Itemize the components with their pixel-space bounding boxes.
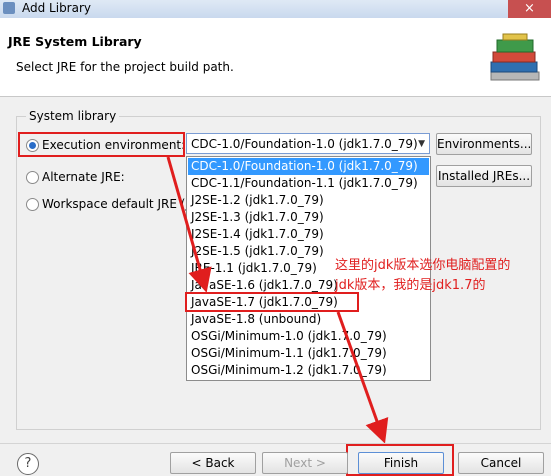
annotation-arrows bbox=[166, 156, 389, 444]
cancel-button[interactable]: Cancel bbox=[458, 452, 544, 474]
footer-separator bbox=[0, 443, 551, 444]
help-icon[interactable]: ? bbox=[17, 453, 39, 475]
arrow-to-finish bbox=[336, 311, 389, 444]
next-button[interactable]: Next > bbox=[262, 452, 348, 474]
back-button[interactable]: < Back bbox=[170, 452, 256, 474]
arrow-to-javase-1-7 bbox=[166, 156, 212, 293]
finish-button[interactable]: Finish bbox=[358, 452, 444, 474]
